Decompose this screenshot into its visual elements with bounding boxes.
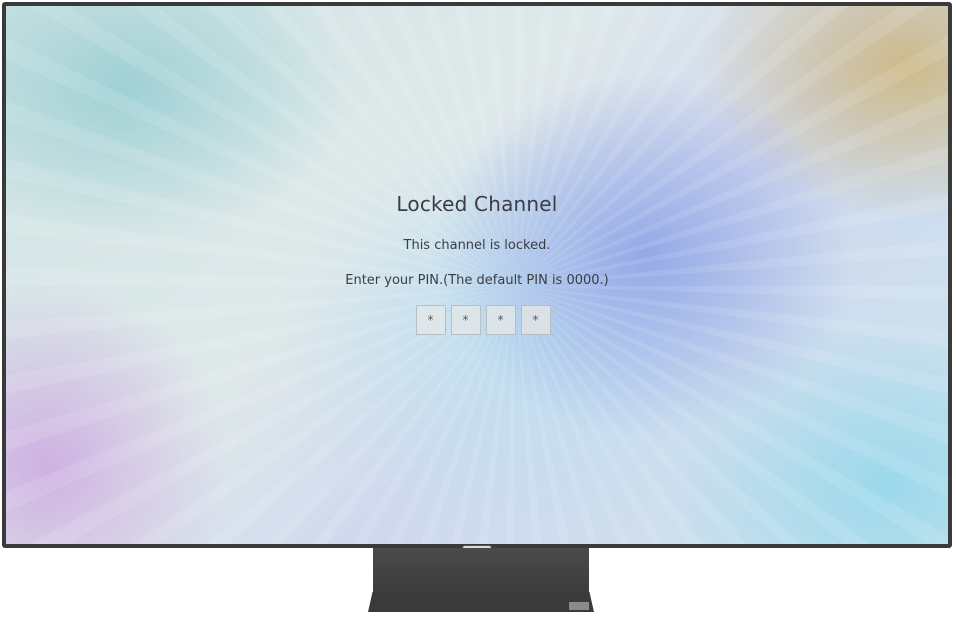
dialog-message: This channel is locked. [403,238,551,253]
tv-display: Locked Channel This channel is locked. E… [0,0,956,619]
pin-digit-2[interactable]: * [450,305,481,335]
pin-digit-1[interactable]: * [415,305,446,335]
tv-stand-neck [373,548,589,594]
pin-instruction: Enter your PIN.(The default PIN is 0000.… [345,273,609,288]
pin-digit-3[interactable]: * [485,305,516,335]
tv-screen: Locked Channel This channel is locked. E… [6,6,948,544]
tv-stand-base [368,592,594,612]
tv-bezel: Locked Channel This channel is locked. E… [2,2,952,548]
dialog-title: Locked Channel [396,192,558,216]
locked-channel-dialog: Locked Channel This channel is locked. E… [6,192,948,335]
pin-entry: * * * * [18,305,948,335]
pin-digit-4[interactable]: * [520,305,551,335]
tv-stand-highlight [569,602,589,610]
